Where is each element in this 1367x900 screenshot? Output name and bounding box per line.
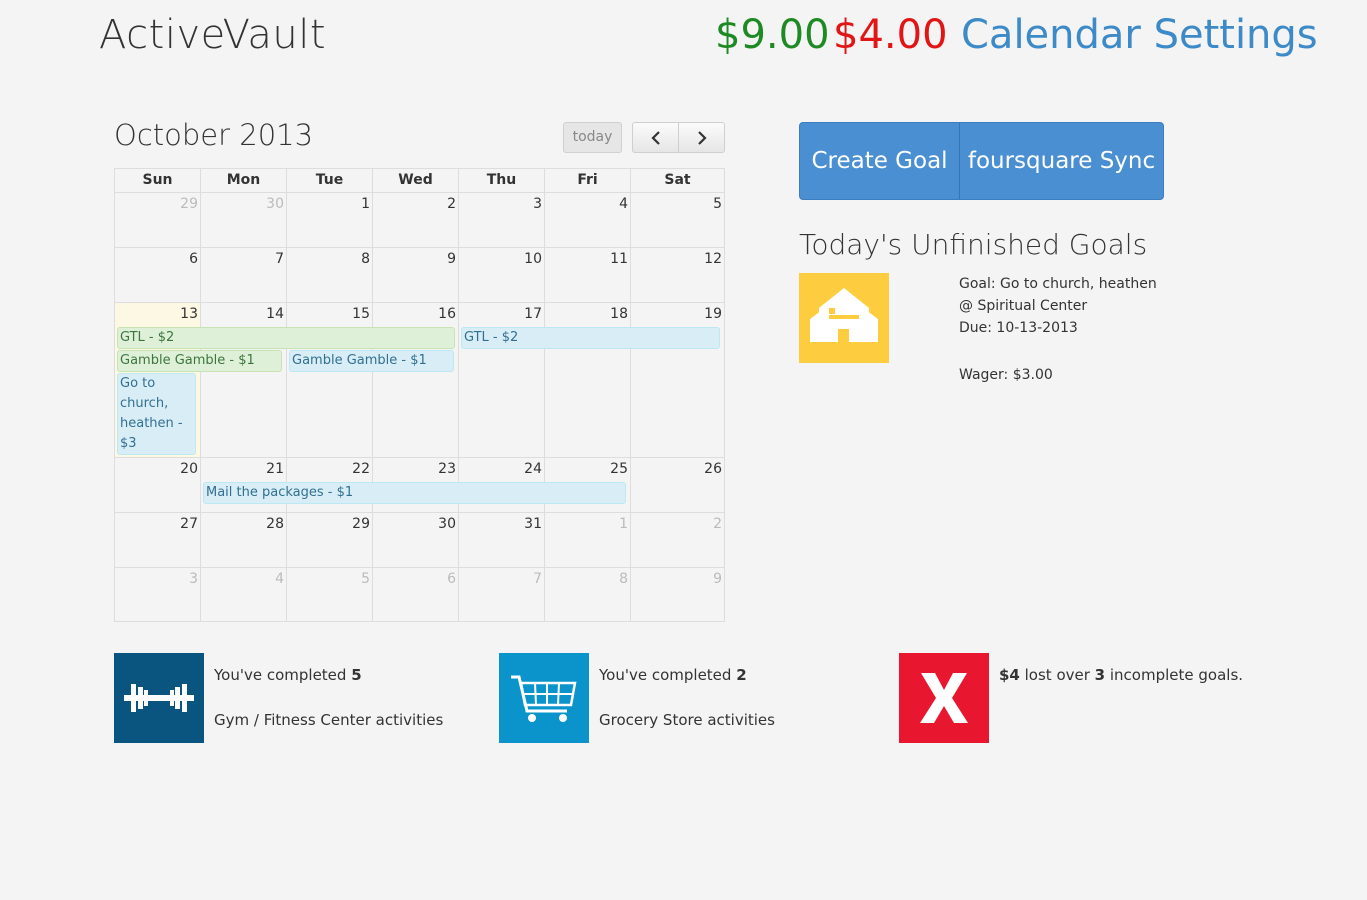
church-building-icon [799, 273, 889, 363]
lost-amount: $4 [999, 666, 1020, 684]
day-cell[interactable]: 28 [201, 513, 287, 568]
weekday-header: Fri [545, 169, 631, 192]
day-cell[interactable]: 5 [631, 193, 724, 248]
gym-stat-summary: You've completed 5 [214, 666, 362, 684]
calendar-event[interactable]: Gamble Gamble - $1 [117, 350, 282, 372]
gym-count: 5 [351, 666, 362, 684]
lost-stat-summary: $4 lost over 3 incomplete goals. [999, 666, 1244, 684]
day-cell[interactable]: 29 [115, 193, 201, 248]
weekday-header: Tue [287, 169, 373, 192]
day-cell[interactable]: 9 [631, 568, 724, 621]
day-cell[interactable]: 11 [545, 248, 631, 303]
create-goal-button[interactable]: Create Goal [800, 123, 960, 199]
brand-logo[interactable]: ActiveVault [99, 12, 326, 58]
day-cell[interactable]: 8 [545, 568, 631, 621]
day-cell[interactable]: 27 [115, 513, 201, 568]
grocery-stat-category: Grocery Store activities [599, 711, 775, 729]
gym-stat-category: Gym / Fitness Center activities [214, 711, 444, 729]
weekday-header: Thu [459, 169, 545, 192]
day-cell[interactable]: 8 [287, 248, 373, 303]
day-cell[interactable]: 30 [201, 193, 287, 248]
unfinished-goals-heading: Today's Unfinished Goals [799, 228, 1148, 261]
goal-wager: Wager: $3.00 [959, 367, 1053, 383]
day-cell[interactable]: 31 [459, 513, 545, 568]
day-cell[interactable]: 6 [373, 568, 459, 621]
foursquare-sync-button[interactable]: foursquare Sync [960, 123, 1163, 199]
day-cell[interactable]: 10 [459, 248, 545, 303]
day-cell[interactable]: 3 [459, 193, 545, 248]
day-cell[interactable]: 30 [373, 513, 459, 568]
x-icon [899, 653, 989, 743]
calendar-settings-link[interactable]: Calendar Settings [961, 12, 1318, 58]
calendar-event[interactable]: GTL - $2 [461, 327, 720, 349]
barbell-icon [114, 653, 204, 743]
day-cell[interactable]: 6 [115, 248, 201, 303]
day-cell[interactable]: 29 [287, 513, 373, 568]
calendar-event[interactable]: Mail the packages - $1 [203, 482, 626, 504]
day-cell[interactable]: 4 [201, 568, 287, 621]
balance-won: $9.00 [715, 12, 830, 58]
weekday-header: Wed [373, 169, 459, 192]
grocery-stat-summary: You've completed 2 [599, 666, 747, 684]
weekday-header: Mon [201, 169, 287, 192]
balance-lost: $4.00 [833, 12, 948, 58]
calendar-event[interactable]: GTL - $2 [117, 327, 455, 349]
day-cell[interactable]: 9 [373, 248, 459, 303]
calendar-title: October 2013 [114, 118, 314, 152]
weekday-header: Sat [664, 172, 691, 188]
goal-due-date: Due: 10-13-2013 [959, 320, 1078, 336]
calendar-event[interactable]: Go to church, heathen - $3 [117, 373, 196, 455]
grocery-count: 2 [736, 666, 747, 684]
goal-actions: Create Goal foursquare Sync [799, 122, 1164, 200]
next-month-button[interactable] [678, 122, 725, 153]
day-cell[interactable]: 12 [631, 248, 724, 303]
day-cell[interactable]: 2 [631, 513, 724, 568]
today-button[interactable]: today [563, 122, 622, 153]
chevron-right-icon [697, 130, 707, 145]
day-cell[interactable]: 7 [201, 248, 287, 303]
day-cell[interactable]: 1 [545, 513, 631, 568]
weekday-header: Sun [115, 169, 201, 192]
day-cell[interactable]: 4 [545, 193, 631, 248]
calendar-event[interactable]: Gamble Gamble - $1 [289, 350, 454, 372]
day-cell[interactable]: 2 [373, 193, 459, 248]
day-cell[interactable]: 1 [287, 193, 373, 248]
day-cell[interactable]: 20 [115, 458, 201, 513]
day-cell[interactable]: 26 [631, 458, 724, 513]
calendar-grid: Sun Mon Tue Wed Thu Fri Sat 29 30 1 2 3 … [114, 168, 725, 622]
chevron-left-icon [650, 130, 660, 145]
day-cell[interactable]: 5 [287, 568, 373, 621]
day-cell[interactable]: 3 [115, 568, 201, 621]
goal-venue: @ Spiritual Center [959, 298, 1088, 314]
goal-name: Goal: Go to church, heathen [959, 276, 1157, 292]
incomplete-count: 3 [1094, 666, 1106, 684]
shopping-cart-icon [499, 653, 589, 743]
day-cell[interactable]: 7 [459, 568, 545, 621]
prev-month-button[interactable] [632, 122, 679, 153]
